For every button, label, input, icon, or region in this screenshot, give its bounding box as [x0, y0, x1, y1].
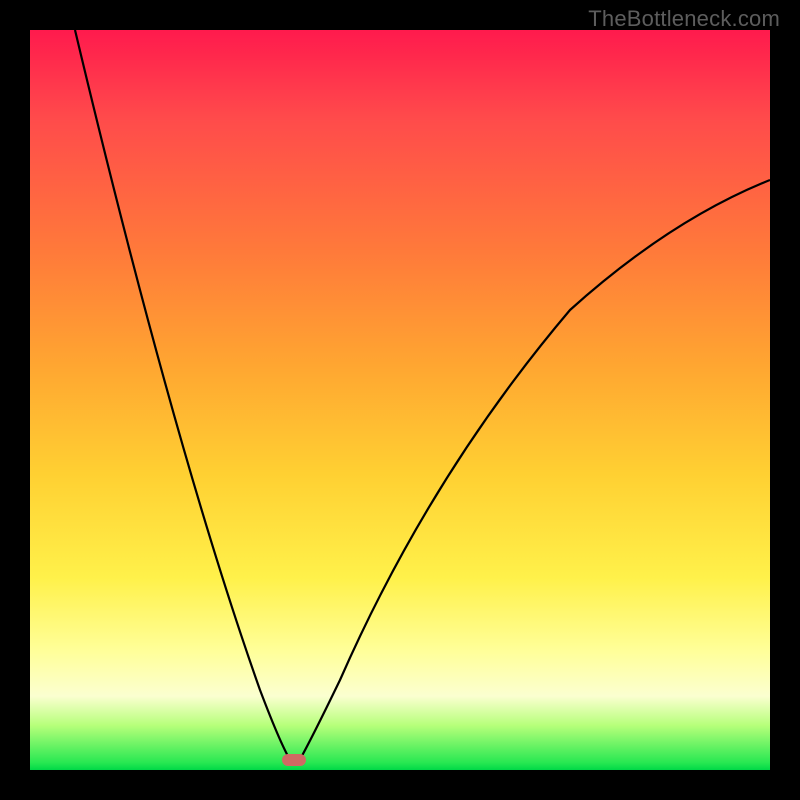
plot-area — [30, 30, 770, 770]
curve-left-branch — [75, 30, 292, 763]
watermark-text: TheBottleneck.com — [588, 6, 780, 32]
bottleneck-curve — [30, 30, 770, 770]
minimum-marker — [282, 754, 306, 766]
chart-frame: TheBottleneck.com — [0, 0, 800, 800]
curve-right-branch — [298, 180, 770, 763]
